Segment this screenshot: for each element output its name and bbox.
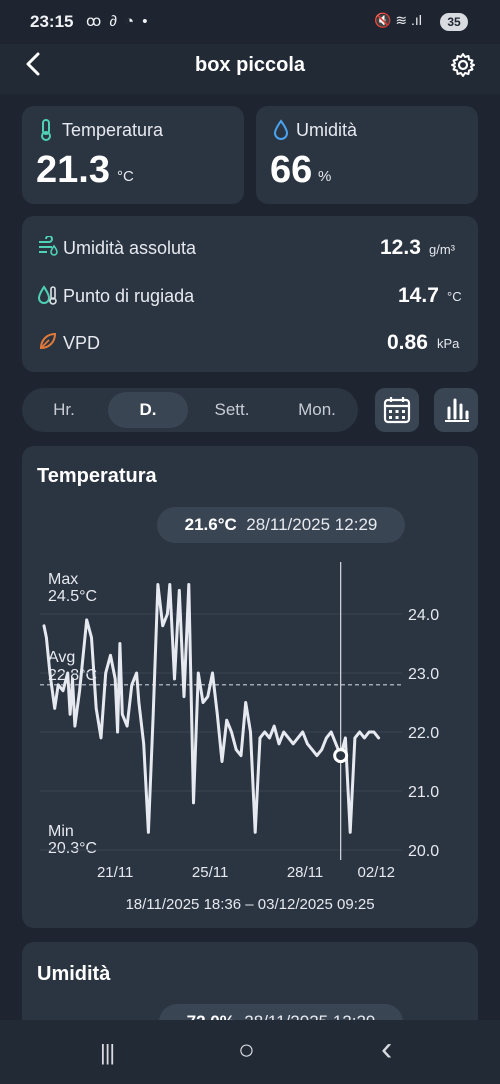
home-icon[interactable]: ○ xyxy=(238,1034,255,1066)
y-tick-label: 21.0 xyxy=(408,784,439,801)
back-nav-icon[interactable]: ‹ xyxy=(381,1030,392,1069)
humidity-chart-title: Umidità xyxy=(37,963,111,985)
y-tick-label: 20.0 xyxy=(408,843,439,860)
temperature-series-line xyxy=(42,583,381,834)
chart-date-range: 18/11/2025 18:36 – 03/12/2025 09:25 xyxy=(125,896,375,913)
x-tick-label: 28/11 xyxy=(287,864,323,881)
x-tick-label: 21/11 xyxy=(97,864,133,881)
y-tick-label: 24.0 xyxy=(408,607,439,624)
x-tick-label: 02/12 xyxy=(357,864,395,881)
y-tick-label: 22.0 xyxy=(408,725,439,742)
x-tick-label: 25/11 xyxy=(192,864,228,881)
temperature-chart[interactable]: 20.0 21.0 22.0 23.0 24.0 21/11 25/11 28/11 02/12 xyxy=(0,0,500,1084)
system-nav-bar: ||| ○ ‹ xyxy=(0,1020,500,1084)
cursor-point xyxy=(333,748,349,764)
recent-apps-icon[interactable]: ||| xyxy=(100,1040,115,1066)
y-tick-label: 23.0 xyxy=(408,666,439,683)
